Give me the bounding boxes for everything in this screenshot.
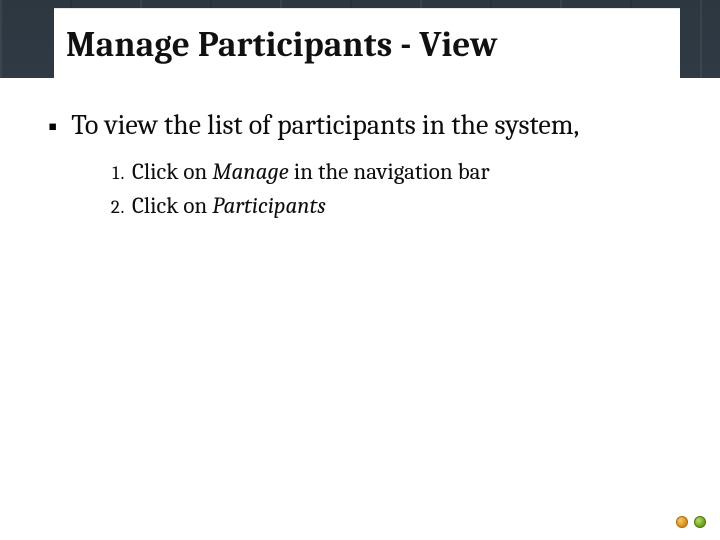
square-bullet-icon: ▪︎: [48, 110, 57, 144]
list-item: Click on Manage in the navigation bar: [128, 156, 672, 188]
title-container: Manage Participants - View: [54, 8, 680, 79]
step-prefix: Click on: [132, 158, 212, 185]
steps-list: Click on Manage in the navigation bar Cl…: [48, 156, 672, 222]
page-title: Manage Participants - View: [66, 24, 498, 65]
step-emphasis: Participants: [212, 192, 325, 219]
header-bar: Manage Participants - View: [0, 0, 720, 78]
slide: Manage Participants - View ▪︎ To view th…: [0, 0, 720, 540]
list-item: Click on Participants: [128, 190, 672, 222]
step-suffix: in the navigation bar: [289, 158, 490, 185]
bullet-text: To view the list of participants in the …: [71, 108, 579, 142]
content-area: ▪︎ To view the list of participants in t…: [48, 100, 672, 224]
step-emphasis: Manage: [212, 158, 288, 185]
prev-slide-icon[interactable]: [676, 516, 688, 528]
step-prefix: Click on: [132, 192, 212, 219]
next-slide-icon[interactable]: [694, 516, 706, 528]
bullet-item: ▪︎ To view the list of participants in t…: [48, 108, 672, 144]
pager: [676, 516, 706, 528]
